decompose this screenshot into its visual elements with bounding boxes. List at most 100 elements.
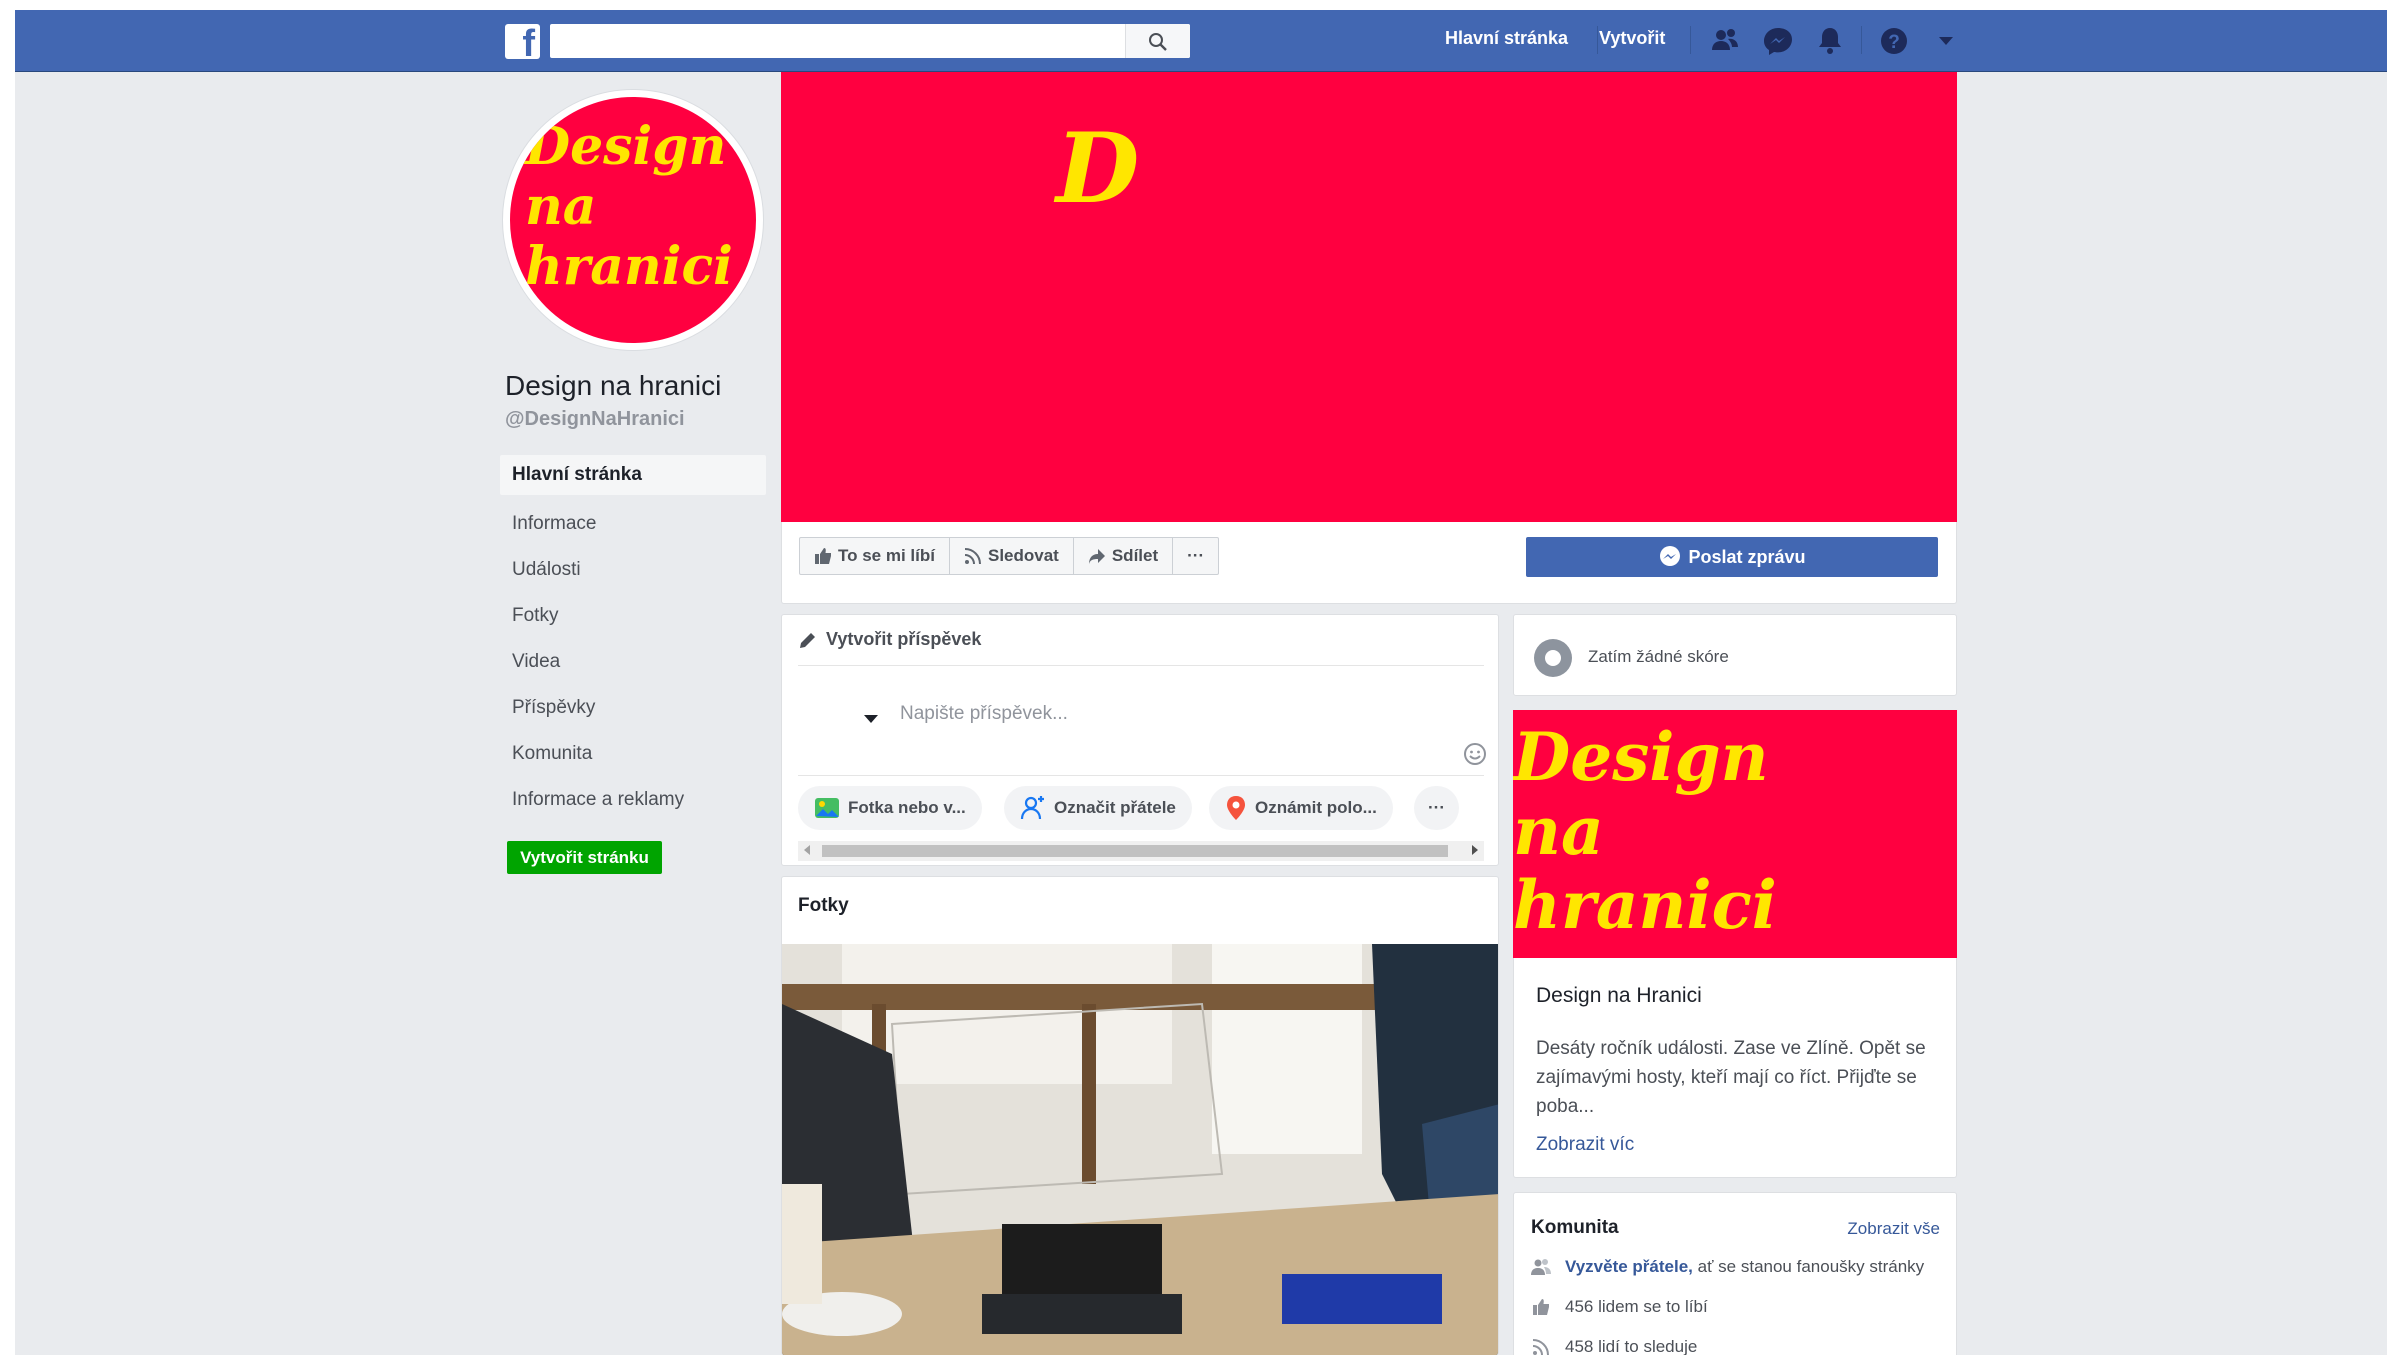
thumbs-up-icon — [815, 548, 831, 564]
photos-section-title[interactable]: Fotky — [798, 895, 849, 917]
photo-video-label: Fotka nebo v... — [848, 798, 966, 817]
invite-friends-icon — [1531, 1259, 1551, 1275]
tag-friends-chip[interactable]: Označit přátele — [1004, 786, 1192, 830]
photo-icon — [815, 798, 839, 818]
sidebar-item-photos[interactable]: Fotky — [500, 593, 766, 639]
scroll-right-arrow-icon[interactable] — [1472, 845, 1478, 855]
sidebar-item-community[interactable]: Komunita — [500, 731, 766, 777]
about-description: Desáty ročník události. Zase ve Zlíně. O… — [1536, 1038, 1926, 1117]
share-button[interactable]: Sdílet — [1074, 538, 1174, 574]
like-button[interactable]: To se mi líbí — [800, 538, 950, 574]
nav-separator — [1597, 26, 1598, 54]
like-label: To se mi líbí — [838, 546, 935, 565]
location-pin-icon — [1227, 796, 1245, 820]
sidebar-item-home[interactable]: Hlavní stránka — [500, 455, 766, 495]
sidebar-item-about[interactable]: Informace — [500, 501, 766, 547]
score-text: Zatím žádné skóre — [1588, 647, 1729, 666]
follows-count: 458 lidí to sleduje — [1565, 1337, 1698, 1355]
page-handle[interactable]: @DesignNaHranici — [505, 408, 685, 431]
scrollbar-thumb[interactable] — [822, 845, 1448, 857]
community-title: Komunita — [1531, 1217, 1619, 1238]
community-card: Komunita Zobrazit vše Vyzvěte přátele, a… — [1513, 1192, 1957, 1355]
check-in-chip[interactable]: Oznámit polo... — [1209, 786, 1393, 830]
more-options-label: ··· — [1428, 798, 1445, 817]
divider — [798, 665, 1484, 666]
scroll-left-arrow-icon[interactable] — [804, 845, 810, 855]
tag-friends-icon — [1020, 796, 1044, 820]
invite-friends-rest: ať se stanou fanoušky stránky — [1692, 1257, 1925, 1276]
likes-row: 456 lidem se to líbí — [1531, 1297, 1708, 1317]
check-in-label: Oznámit polo... — [1255, 798, 1377, 817]
tag-friends-label: Označit přátele — [1054, 798, 1176, 817]
follows-row: 458 lidí to sleduje — [1531, 1337, 1697, 1355]
app-canvas: f Hlavní stránka Vytvořit ? Design na hr… — [15, 10, 2387, 1355]
messenger-icon — [1660, 546, 1681, 566]
more-actions-button[interactable]: ··· — [1173, 538, 1218, 574]
about-image[interactable]: Design na hranici — [1513, 710, 1957, 958]
nav-separator — [1861, 26, 1862, 54]
nav-create-link[interactable]: Vytvořit — [1599, 28, 1665, 49]
rss-follow-icon — [964, 548, 981, 565]
page-action-buttons: To se mi líbí Sledovat Sdílet ··· — [799, 537, 1220, 575]
composer-tab-create-post[interactable]: Vytvořit příspěvek — [798, 629, 981, 650]
pencil-icon — [800, 632, 815, 648]
sidebar-item-videos[interactable]: Videa — [500, 639, 766, 685]
svg-text:?: ? — [1888, 32, 1900, 53]
about-card: Design na Hranici Desáty ročník události… — [1513, 958, 1957, 1178]
divider — [798, 775, 1484, 776]
top-navigation-bar: f Hlavní stránka Vytvořit ? — [15, 10, 2387, 72]
nav-home-link[interactable]: Hlavní stránka — [1445, 28, 1568, 49]
page-action-bar: To se mi líbí Sledovat Sdílet ··· Poslat… — [781, 522, 1957, 604]
sidebar-item-events[interactable]: Události — [500, 547, 766, 593]
nav-separator — [1690, 26, 1691, 54]
friends-icon[interactable] — [1709, 24, 1743, 58]
search-button[interactable] — [1125, 24, 1190, 58]
notifications-icon[interactable] — [1813, 24, 1847, 58]
search-input[interactable] — [550, 24, 1190, 58]
logo-letter: f — [522, 23, 535, 65]
post-composer: Vytvořit příspěvek Napište příspěvek... … — [781, 614, 1499, 866]
thumbs-up-icon — [1533, 1299, 1549, 1315]
page-profile-picture[interactable]: Design na hranici — [503, 90, 763, 350]
horizontal-scrollbar[interactable] — [798, 841, 1484, 861]
see-more-link[interactable]: Zobrazit víc — [1536, 1134, 1634, 1156]
messenger-icon[interactable] — [1761, 24, 1795, 58]
follow-button[interactable]: Sledovat — [950, 538, 1074, 574]
see-all-link[interactable]: Zobrazit vše — [1847, 1219, 1940, 1239]
avatar-logo-text: Design na hranici — [525, 116, 733, 297]
photo-video-chip[interactable]: Fotka nebo v... — [798, 786, 982, 830]
more-options-chip[interactable]: ··· — [1414, 786, 1459, 830]
rating-icon — [1534, 639, 1572, 677]
help-icon[interactable]: ? — [1877, 24, 1911, 58]
account-menu-icon[interactable] — [1929, 24, 1963, 58]
send-message-label: Poslat zprávu — [1688, 546, 1806, 567]
sidebar-item-posts[interactable]: Příspěvky — [500, 685, 766, 731]
invite-friends-link[interactable]: Vyzvěte přátele, — [1565, 1257, 1693, 1276]
photos-section: Fotky — [781, 876, 1499, 1355]
create-page-button[interactable]: Vytvořit stránku — [507, 841, 662, 874]
about-title[interactable]: Design na Hranici — [1536, 984, 1702, 1008]
share-arrow-icon — [1088, 549, 1105, 564]
emoji-icon[interactable] — [1463, 742, 1487, 766]
about-image-logo-text: Design na hranici — [1513, 718, 1777, 944]
photo-thumbnail[interactable] — [782, 944, 1498, 1355]
send-message-button[interactable]: Poslat zprávu — [1526, 537, 1938, 577]
invite-friends-row: Vyzvěte přátele, ať se stanou fanoušky s… — [1531, 1257, 1924, 1277]
follow-label: Sledovat — [987, 546, 1059, 565]
more-label: ··· — [1187, 546, 1205, 565]
likes-count: 456 lidem se to líbí — [1565, 1297, 1708, 1316]
invite-friends-text: Vyzvěte přátele, ať se stanou fanoušky s… — [1565, 1257, 1924, 1277]
sidebar-item-info-ads[interactable]: Informace a reklamy — [500, 777, 766, 823]
composer-tab-label: Vytvořit příspěvek — [826, 629, 982, 649]
page-title[interactable]: Design na hranici — [505, 370, 721, 402]
facebook-logo-icon[interactable]: f — [505, 24, 540, 63]
page-sidebar-nav: Hlavní stránka Informace Události Fotky … — [500, 455, 766, 823]
cover-photo[interactable]: D — [781, 72, 1957, 522]
share-label: Sdílet — [1111, 546, 1159, 565]
search-icon — [1149, 33, 1167, 51]
review-score-card: Zatím žádné skóre — [1513, 614, 1957, 696]
rss-follow-icon — [1532, 1339, 1549, 1355]
audience-dropdown-icon[interactable] — [864, 715, 878, 723]
post-text-input[interactable]: Napište příspěvek... — [900, 703, 1068, 725]
cover-logo-glyph: D — [1056, 112, 1140, 225]
